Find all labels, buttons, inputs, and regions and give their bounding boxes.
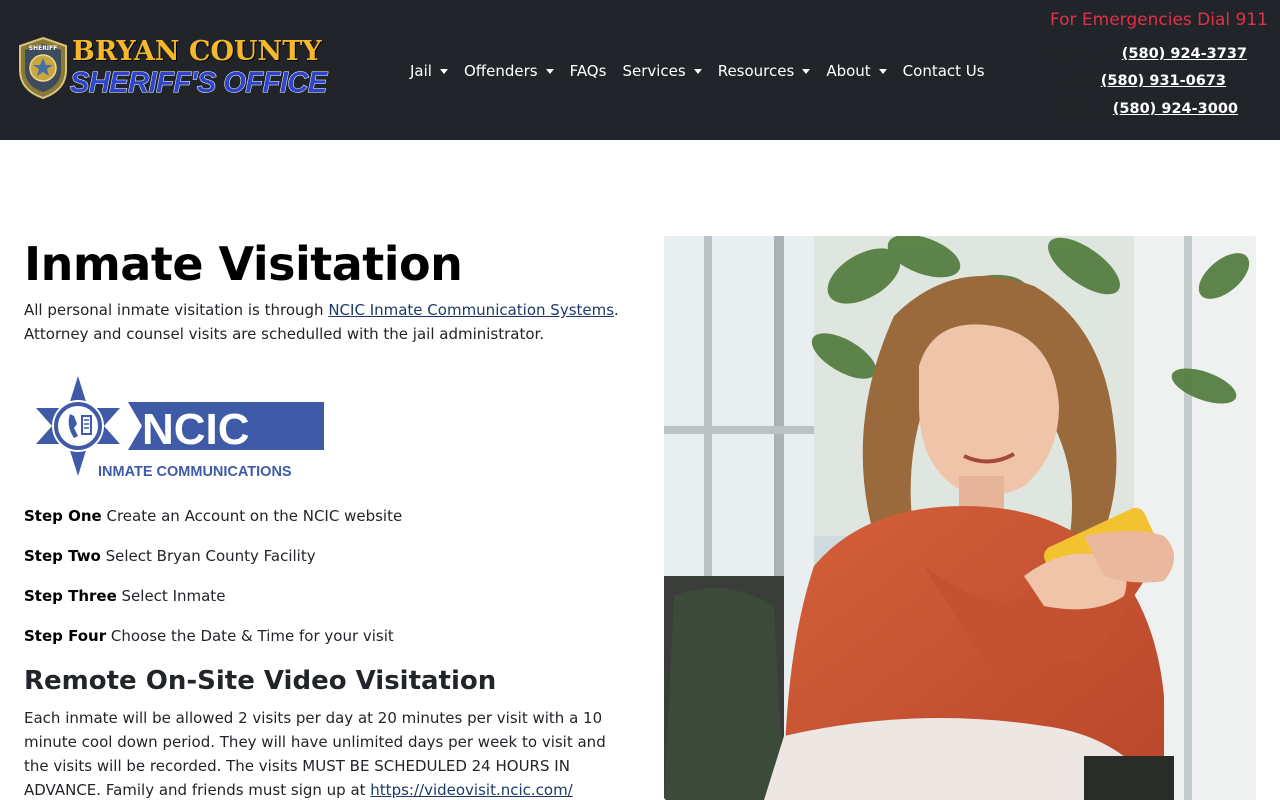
office-phone: Office: (580) 924-3000 <box>1055 101 1238 117</box>
dispatch-phone: Dispatch: (580) 924-3737 <box>1039 46 1247 62</box>
office-label: Office: <box>1054 101 1108 117</box>
step-text: Choose the Date & Time for your visit <box>106 627 394 645</box>
nav-item-faqs[interactable]: FAQs <box>562 62 615 80</box>
videovisit-link[interactable]: https://videovisit.ncic.com/ <box>370 781 572 799</box>
dispatch-label: Dispatch: <box>1039 46 1117 62</box>
nav-item-label: Jail <box>410 62 432 80</box>
emergency-text: For Emergencies Dial 911 <box>1049 10 1268 30</box>
intro-text-line2: Attorney and counsel visits are schedull… <box>24 325 545 343</box>
svg-text:INMATE COMMUNICATIONS: INMATE COMMUNICATIONS <box>98 464 292 480</box>
nav-item-label: Contact Us <box>902 62 985 80</box>
list-item: Step Two Select Bryan County Facility <box>24 546 624 586</box>
step-label: Step Two <box>24 547 101 565</box>
step-text: Select Inmate <box>116 587 226 605</box>
svg-text:SHERIFF: SHERIFF <box>29 45 58 52</box>
site-logo[interactable]: SHERIFF BRYAN COUNTY SHERIFF'S OFFICE <box>16 36 328 100</box>
caret-down-icon <box>545 68 554 74</box>
dispatch-phone-link[interactable]: (580) 924-3737 <box>1122 46 1247 62</box>
nav-item-label: Services <box>622 62 686 80</box>
caret-down-icon <box>439 68 448 74</box>
step-text: Create an Account on the NCIC website <box>101 507 403 525</box>
caret-down-icon <box>693 68 702 74</box>
office-phone-link[interactable]: (580) 924-3000 <box>1113 101 1238 117</box>
ncic-logo: NCIC INMATE COMMUNICATIONS <box>36 376 324 480</box>
site-header: SHERIFF BRYAN COUNTY SHERIFF'S OFFICE Ja… <box>0 0 1280 140</box>
svg-text:NCIC: NCIC <box>142 405 250 454</box>
logo-county-name: BRYAN COUNTY <box>72 36 322 67</box>
sheriff-badge-icon: SHERIFF <box>19 36 67 100</box>
list-item: Step Four Choose the Date & Time for you… <box>24 626 624 666</box>
logo-office-name: SHERIFF'S OFFICE <box>70 67 328 100</box>
nav-item-jail[interactable]: Jail <box>402 62 456 80</box>
intro-text-before: All personal inmate visitation is throug… <box>24 301 329 319</box>
intro-text-after: . <box>614 301 619 319</box>
list-item: Step Three Select Inmate <box>24 586 624 626</box>
hero-photo <box>664 236 1256 800</box>
step-text: Select Bryan County Facility <box>100 547 316 565</box>
caret-down-icon <box>802 68 811 74</box>
nav-item-label: About <box>826 62 871 80</box>
step-label: Step Four <box>24 627 107 645</box>
caret-down-icon <box>878 68 887 74</box>
jail-label: Jail: <box>1064 73 1096 89</box>
nav-item-label: Resources <box>717 62 795 80</box>
nav-item-contact-us[interactable]: Contact Us <box>895 62 993 80</box>
nav-item-services[interactable]: Services <box>614 62 709 80</box>
page-title: Inmate Visitation <box>24 237 463 291</box>
nav-item-resources[interactable]: Resources <box>710 62 819 80</box>
jail-phone: Jail: (580) 931-0673 <box>1065 73 1226 89</box>
remote-visitation-text: Each inmate will be allowed 2 visits per… <box>24 706 624 800</box>
main-nav: Jail Offenders FAQs Services Resources A… <box>402 58 993 84</box>
nav-item-label: FAQs <box>569 62 607 80</box>
step-label: Step One <box>24 507 102 525</box>
step-label: Step Three <box>24 587 117 605</box>
remote-visitation-heading: Remote On-Site Video Visitation <box>24 666 497 696</box>
intro-text: All personal inmate visitation is throug… <box>24 298 624 346</box>
nav-item-about[interactable]: About <box>818 62 894 80</box>
list-item: Step One Create an Account on the NCIC w… <box>24 506 624 546</box>
jail-phone-link[interactable]: (580) 931-0673 <box>1101 73 1226 89</box>
steps-list: Step One Create an Account on the NCIC w… <box>24 506 624 666</box>
main-content: Inmate Visitation All personal inmate vi… <box>24 236 624 799</box>
ncic-link[interactable]: NCIC Inmate Communication Systems <box>328 301 614 319</box>
nav-item-offenders[interactable]: Offenders <box>456 62 562 80</box>
nav-item-label: Offenders <box>463 62 538 80</box>
ncic-star-icon <box>36 376 120 476</box>
